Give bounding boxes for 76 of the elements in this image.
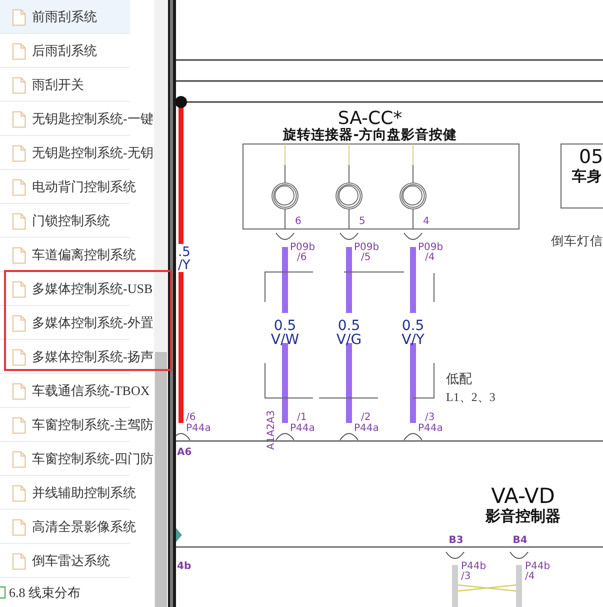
page-icon [12,8,26,26]
module-name: 旋转连接器-方向盘影音按健 [283,127,457,143]
connector-icon [276,232,294,240]
pin-number: B4 [512,535,528,546]
wire-color-code: V/Y [402,332,424,348]
pin-number: 4 [423,216,430,227]
page-icon [12,144,26,162]
pin-number: 5 [359,216,366,227]
page-icon [12,484,26,502]
connector-icon [446,552,464,559]
connector-label: P44a [290,423,315,434]
page-icon [12,212,26,230]
connector-label: P44a [354,423,379,434]
connector-label: P09b [290,242,316,253]
wire-gauge: 0.5 [402,318,424,334]
module-name: 影音控制器 [486,507,560,525]
connector-icon [176,433,190,440]
pin-label: /1 [297,412,307,423]
connector-label: P09b [354,242,380,253]
module-code: VA-VD [491,484,555,508]
page-icon [12,382,26,400]
page-icon [12,280,26,298]
module-name: 车身 [572,169,602,185]
wire-gauge: .5 [178,245,190,260]
tree-section[interactable]: 6.8 线束分布 [0,578,154,607]
pin-label: /6 [186,412,196,423]
terminal-label: A1A2A3 [266,410,277,450]
pin-number: B3 [448,535,464,546]
coil-icon [336,182,362,210]
scrollbar-track[interactable] [154,0,168,607]
option-variants: L1、2、3 [446,390,496,404]
pin-label: /3 [425,412,435,423]
connector-label: 4b [177,561,192,572]
triangle-marker-icon [176,528,182,542]
signal-note: 倒车灯信 [551,234,603,248]
page-icon [12,416,26,434]
page-icon [12,348,26,366]
page-icon [12,314,26,332]
coil-icon [400,182,426,210]
module-outline [560,144,603,208]
scrollbar-thumb[interactable] [155,352,167,607]
page-icon [12,518,26,536]
connector-icon [340,232,358,240]
pin-number: 6 [295,216,302,227]
pin-label: /6 [297,252,307,263]
page-icon [12,42,26,60]
option-title: 低配 [446,371,472,386]
connector-label: P44a [418,423,443,434]
pin-label: /4 [525,571,535,582]
pin-label: /3 [461,571,471,582]
pin-label: /2 [361,412,371,423]
page-icon [12,552,26,570]
wire-color-code: V/W [270,332,300,348]
pin-label: /4 [425,252,435,263]
connector-icon [510,552,528,559]
wire-color-code: V/G [336,332,362,348]
connector-icon [404,433,422,440]
page-icon [12,76,26,94]
connector-icon [404,232,422,240]
connector-label: P09b [418,242,444,253]
page-icon [12,246,26,264]
terminal-label: A6 [177,447,192,458]
connector-label: P44b [461,561,486,572]
wire-gauge: 0.5 [274,318,296,334]
connector-label: P44b [525,561,550,572]
connector-icon [276,433,294,440]
connector-label: P44a [186,423,211,434]
wire-color-code: /Y [178,258,190,273]
page-icon [12,178,26,196]
module-code: 05 [579,146,603,168]
wire-gauge: 0.5 [338,318,360,334]
connector-icon [340,433,358,440]
page-icon [12,450,26,468]
page-icon [12,110,26,128]
pin-label: /5 [361,252,371,263]
coil-icon [272,182,298,210]
